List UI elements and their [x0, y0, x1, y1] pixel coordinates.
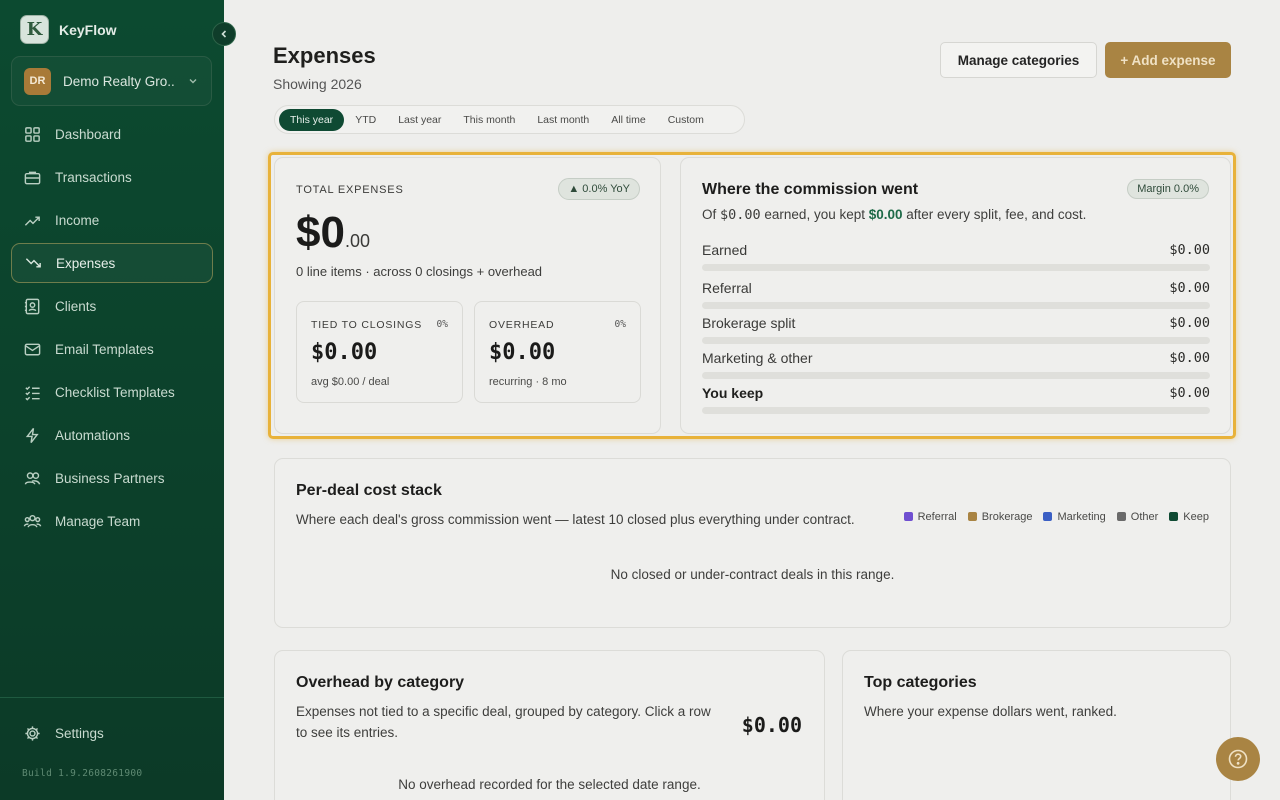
page-subtitle: Showing 2026	[273, 76, 362, 92]
range-last-year[interactable]: Last year	[387, 109, 452, 131]
team-icon	[23, 514, 42, 527]
cost-stack-description: Where each deal's gross commission went …	[296, 512, 855, 527]
legend-swatch	[903, 512, 913, 521]
add-expense-button[interactable]: + Add expense	[1105, 42, 1231, 78]
chevron-left-icon	[221, 30, 227, 38]
cost-stack-card: Per-deal cost stack Where each deal's gr…	[274, 458, 1231, 628]
cost-stack-empty: No closed or under-contract deals in thi…	[610, 567, 895, 582]
range-custom[interactable]: Custom	[657, 109, 715, 131]
overhead-empty: No overhead recorded for the selected da…	[398, 777, 701, 792]
range-ytd[interactable]: YTD	[344, 109, 387, 131]
sidebar-item-label: Manage Team	[55, 513, 141, 529]
cost-stack-title: Per-deal cost stack	[296, 482, 442, 499]
range-this-year[interactable]: This year	[279, 108, 345, 131]
sidebar-item-income[interactable]: Income	[11, 200, 213, 240]
mail-icon	[24, 343, 41, 355]
trend-up-icon	[24, 215, 40, 226]
help-icon	[1228, 749, 1248, 769]
brand-name: KeyFlow	[59, 21, 117, 38]
legend-swatch	[1169, 512, 1179, 521]
legend-item-referral: Referral	[903, 511, 957, 523]
sidebar-item-business-partners[interactable]: Business Partners	[11, 458, 213, 498]
top-categories-description: Where your expense dollars went, ranked.	[864, 704, 1117, 719]
legend-label: Other	[1130, 511, 1159, 523]
sidebar-item-manage-team[interactable]: Manage Team	[11, 501, 213, 541]
collapse-sidebar-button[interactable]	[212, 22, 236, 46]
org-name: Demo Realty Gro...	[63, 73, 175, 89]
sidebar-item-checklist-templates[interactable]: Checklist Templates	[11, 372, 213, 412]
sidebar-divider	[0, 697, 224, 698]
sidebar-item-dashboard[interactable]: Dashboard	[11, 114, 213, 154]
legend-label: Brokerage	[981, 511, 1033, 523]
legend-item-keep: Keep	[1169, 511, 1209, 523]
legend-item-other: Other	[1116, 511, 1159, 523]
range-last-month[interactable]: Last month	[526, 109, 600, 131]
legend-item-marketing: Marketing	[1043, 511, 1106, 523]
sidebar: K KeyFlow DR Demo Realty Gro... Dashboar…	[0, 0, 224, 800]
manage-categories-button[interactable]: Manage categories	[940, 42, 1097, 78]
sidebar-item-expenses[interactable]: Expenses	[11, 243, 213, 283]
range-all-time[interactable]: All time	[600, 109, 656, 131]
sidebar-item-label: Income	[55, 212, 100, 228]
focus-highlight	[268, 152, 1236, 439]
sidebar-item-label: Clients	[55, 298, 97, 314]
page-title: Expenses	[273, 43, 376, 68]
chevron-down-icon	[189, 79, 197, 84]
sidebar-item-label: Dashboard	[55, 126, 122, 142]
legend-item-brokerage: Brokerage	[967, 511, 1033, 523]
overhead-by-category-card: Overhead by category Expenses not tied t…	[274, 650, 825, 800]
checklist-icon	[25, 385, 40, 401]
sidebar-nav: Dashboard Transactions Income Expenses C…	[11, 114, 213, 544]
org-avatar: DR	[24, 67, 51, 95]
help-button[interactable]	[1216, 737, 1260, 781]
sidebar-item-transactions[interactable]: Transactions	[11, 157, 213, 197]
overhead-card-description: Expenses not tied to a specific deal, gr…	[296, 704, 711, 740]
legend-swatch	[967, 512, 977, 521]
sidebar-item-label: Automations	[55, 427, 131, 443]
overhead-total-amount: $0.00	[741, 713, 802, 737]
build-version: Build 1.9.2608261900	[22, 768, 143, 779]
briefcase-icon	[24, 171, 41, 184]
sidebar-item-label: Transactions	[55, 169, 132, 185]
top-categories-card: Top categories Where your expense dollar…	[842, 650, 1231, 800]
sidebar-item-automations[interactable]: Automations	[11, 415, 213, 455]
sidebar-item-label: Checklist Templates	[55, 384, 175, 400]
sidebar-item-clients[interactable]: Clients	[11, 286, 213, 326]
top-categories-title: Top categories	[864, 674, 977, 691]
date-range-selector: This year YTD Last year This month Last …	[274, 105, 745, 134]
brand[interactable]: K KeyFlow	[20, 15, 117, 44]
overhead-card-title: Overhead by category	[296, 674, 465, 691]
grid-icon	[25, 126, 40, 142]
gear-icon	[25, 726, 40, 741]
sidebar-item-label: Business Partners	[55, 470, 165, 486]
cost-stack-legend: Referral Brokerage Marketing Other Keep	[903, 511, 1209, 523]
legend-swatch	[1116, 512, 1126, 521]
partners-icon	[24, 471, 41, 485]
legend-swatch	[1043, 512, 1053, 521]
contacts-icon	[24, 298, 40, 314]
org-switcher[interactable]: DR Demo Realty Gro...	[11, 56, 212, 106]
settings-label: Settings	[55, 726, 104, 741]
bolt-icon	[25, 427, 39, 443]
legend-label: Marketing	[1057, 511, 1106, 523]
sidebar-item-settings[interactable]: Settings	[23, 724, 104, 743]
sidebar-item-label: Expenses	[56, 255, 116, 271]
legend-label: Referral	[917, 511, 957, 523]
legend-label: Keep	[1183, 511, 1209, 523]
sidebar-item-email-templates[interactable]: Email Templates	[11, 329, 213, 369]
trend-down-icon	[25, 257, 41, 268]
range-this-month[interactable]: This month	[452, 109, 526, 131]
sidebar-item-label: Email Templates	[55, 341, 154, 357]
keyflow-logo-icon: K	[20, 15, 49, 44]
